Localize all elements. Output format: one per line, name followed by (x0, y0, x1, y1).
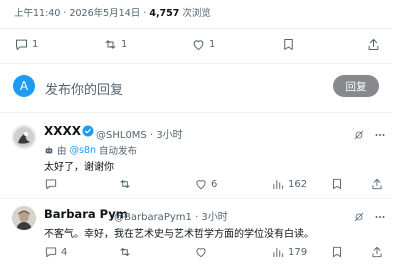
share-button[interactable] (366, 37, 381, 52)
like-button[interactable]: 6 (194, 177, 217, 191)
retweet-button[interactable]: 1 (103, 37, 127, 52)
main-action-bar: 1 1 1 (0, 37, 393, 57)
share-button[interactable] (370, 177, 384, 191)
reply-icon (16, 39, 27, 50)
views-icon (273, 248, 284, 258)
reply-icon (45, 247, 57, 258)
tweet-action-bar: 6 162 (0, 177, 393, 197)
share-icon (368, 39, 379, 50)
bookmark-icon (333, 246, 341, 258)
tweet-author-handle[interactable]: @SHL0MS · 3小时 (96, 126, 183, 141)
bookmark-button[interactable] (281, 37, 296, 52)
views-button[interactable]: 179 (271, 245, 307, 259)
retweet-icon (120, 248, 130, 256)
heart-icon (196, 248, 206, 258)
reply-button[interactable]: 1 (14, 37, 38, 52)
share-icon (372, 178, 382, 190)
bookmark-icon (333, 178, 341, 190)
views-button[interactable]: 162 (271, 177, 307, 191)
more-icon[interactable] (374, 126, 386, 145)
avatar[interactable] (12, 125, 36, 149)
reply-button[interactable] (44, 177, 61, 191)
tweet-author-name[interactable]: XXXX (44, 124, 81, 138)
heart-icon (196, 180, 206, 190)
heart-icon (193, 40, 204, 50)
automated-label: 由 @s8n 自动发布 (44, 143, 137, 157)
more-icon[interactable] (374, 208, 386, 227)
reply-input[interactable]: 发布你的回复 (45, 79, 123, 98)
tweet-meta: 上午11:40 · 2026年5月14日 · 4,757 次浏览 (14, 8, 211, 19)
views-icon (273, 180, 284, 190)
divider (0, 198, 393, 199)
tweet-text: 不客气。幸好，我在艺术史与艺术哲学方面的学位没有白读。 (44, 229, 314, 240)
reply-button[interactable]: 4 (44, 245, 67, 259)
reply-submit-button[interactable]: 回复 (333, 75, 379, 97)
divider (0, 112, 393, 113)
divider (0, 28, 393, 29)
share-icon (372, 246, 382, 258)
robot-icon (45, 146, 53, 154)
retweet-icon (105, 40, 116, 49)
bookmark-button[interactable] (330, 177, 344, 191)
divider (0, 63, 393, 64)
views-label: 次浏览 (179, 8, 211, 19)
avatar[interactable] (12, 206, 36, 230)
automation-account-link[interactable]: @s8n (70, 145, 97, 156)
tweet-text: 太好了，谢谢你 (44, 162, 114, 173)
bookmark-icon (284, 39, 293, 50)
like-button[interactable]: 1 (191, 37, 215, 52)
tweet-date: 2026年5月14日 (69, 8, 141, 19)
tweet-author-handle[interactable]: @BarbaraPym1 · 3小时 (114, 208, 228, 223)
views-count: 4,757 (149, 8, 180, 19)
retweet-icon (120, 180, 130, 188)
retweet-button[interactable] (118, 245, 135, 259)
user-avatar: A (13, 75, 35, 97)
reply-icon (45, 179, 57, 190)
verified-badge-icon (82, 125, 94, 137)
share-button[interactable] (370, 245, 384, 259)
bookmark-button[interactable] (330, 245, 344, 259)
like-button[interactable] (194, 245, 211, 259)
retweet-button[interactable] (118, 177, 135, 191)
tweet-action-bar: 4 179 (0, 245, 393, 265)
grok-icon[interactable] (353, 126, 365, 145)
tweet-time: 上午11:40 (14, 8, 61, 19)
grok-icon[interactable] (353, 208, 365, 227)
